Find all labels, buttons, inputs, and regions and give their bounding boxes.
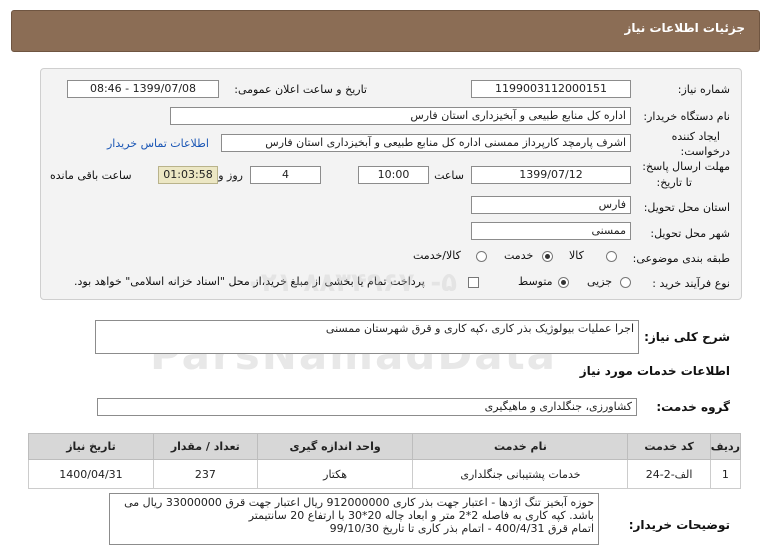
need-number-label: شماره نیاز: xyxy=(677,83,730,96)
category-radio-goods-service[interactable] xyxy=(476,251,487,262)
cell-date: 1400/04/31 xyxy=(28,459,154,489)
col-header-name: نام خدمت xyxy=(412,433,629,460)
city-label: شهر محل تحویل: xyxy=(650,227,730,240)
creator-field[interactable]: اشرف پارمچد کارپرداز ممسنی اداره کل مناب… xyxy=(221,134,631,152)
service-group-field[interactable]: کشاورزی، جنگلداری و ماهیگیری xyxy=(97,398,637,416)
province-field[interactable]: فارس xyxy=(471,196,631,214)
buyer-notes-line: باشد. کپه کاری به فاصله 2*2 متر و ابعاد … xyxy=(248,509,594,522)
category-option-goods-service: کالا/خدمت xyxy=(413,249,461,262)
cell-quantity: 237 xyxy=(152,459,258,489)
category-radio-service[interactable] xyxy=(542,251,553,262)
buyer-notes-line: اتمام قرق 400/4/31 - اتمام بذر کاری تا ت… xyxy=(329,522,594,535)
remaining-time-label: ساعت باقی مانده xyxy=(50,169,132,182)
treasury-payment-checkbox[interactable] xyxy=(468,277,479,288)
buyer-label: نام دستگاه خریدار: xyxy=(643,110,730,123)
category-radio-goods[interactable] xyxy=(606,251,617,262)
buyer-contact-link[interactable]: اطلاعات تماس خریدار xyxy=(107,137,209,150)
category-label: طبقه بندی موضوعی: xyxy=(632,252,730,265)
services-table: ردیف کد خدمت نام خدمت واحد اندازه گیری ت… xyxy=(28,433,742,489)
announce-datetime-field[interactable]: 1399/07/08 - 08:46 xyxy=(67,80,219,98)
deadline-time-field[interactable]: 10:00 xyxy=(358,166,429,184)
col-header-quantity: تعداد / مقدار xyxy=(152,433,258,460)
process-option-medium: متوسط xyxy=(518,275,553,288)
page-title: جزئیات اطلاعات نیاز xyxy=(624,21,745,35)
cell-unit: هکتار xyxy=(256,459,414,489)
col-header-date: تاریخ نیاز xyxy=(28,433,154,460)
services-section-title: اطلاعات خدمات مورد نیاز xyxy=(579,364,730,378)
summary-label: شرح کلی نیاز: xyxy=(644,330,730,344)
category-option-service: خدمت xyxy=(504,249,534,262)
cell-name: خدمات پشتیبانی جنگلداری xyxy=(412,459,629,489)
process-label: نوع فرآیند خرید : xyxy=(652,277,730,290)
days-remaining-field[interactable]: 4 xyxy=(250,166,321,184)
buyer-notes-label: توضیحات خریدار: xyxy=(628,518,730,532)
creator-label-line1: ایجاد کننده xyxy=(671,130,720,143)
col-header-unit: واحد اندازه گیری xyxy=(256,433,414,460)
deadline-time-label: ساعت xyxy=(434,169,464,182)
process-option-minor: جزیی xyxy=(587,275,613,288)
days-label: روز و xyxy=(218,169,243,182)
buyer-notes-line: حوزه آبخیز تنگ اژدها - اعتبار جهت بذر کا… xyxy=(124,496,594,509)
table-row[interactable]: 1 الف-2-24 خدمات پشتیبانی جنگلداری هکتار… xyxy=(28,459,742,489)
watermark-phone: ۰۲۱-۸۸۳۴۹۶۷۰-۵ xyxy=(245,268,458,298)
service-group-label: گروه خدمت: xyxy=(656,400,730,414)
deadline-label-line1: مهلت ارسال پاسخ: xyxy=(642,160,730,173)
deadline-label-line2: تا تاریخ: xyxy=(656,176,692,189)
deadline-date-field[interactable]: 1399/07/12 xyxy=(471,166,631,184)
need-number-field[interactable]: 1199003112000151 xyxy=(471,80,631,98)
cell-code: الف-2-24 xyxy=(627,459,711,489)
summary-field[interactable]: اجرا عملیات بیولوژیک بذر کاری ،کپه کاری … xyxy=(95,320,639,354)
province-label: استان محل تحویل: xyxy=(643,201,730,214)
need-info-panel xyxy=(40,68,742,300)
buyer-field[interactable]: اداره کل منابع طبیعی و آبخیزداری استان ف… xyxy=(170,107,631,125)
city-field[interactable]: ممسنی xyxy=(471,222,631,240)
process-radio-minor[interactable] xyxy=(620,277,631,288)
category-option-goods: کالا xyxy=(569,249,584,262)
remaining-time-counter: 01:03:58 xyxy=(158,166,218,184)
col-header-code: کد خدمت xyxy=(627,433,711,460)
col-header-row: ردیف xyxy=(709,433,742,460)
table-header-row: ردیف کد خدمت نام خدمت واحد اندازه گیری ت… xyxy=(28,433,742,460)
announce-label: تاریخ و ساعت اعلان عمومی: xyxy=(234,83,367,96)
buyer-notes-field[interactable]: حوزه آبخیز تنگ اژدها - اعتبار جهت بذر کا… xyxy=(109,493,599,545)
process-radio-medium[interactable] xyxy=(558,277,569,288)
creator-label-line2: درخواست: xyxy=(680,145,730,158)
page-header: جزئیات اطلاعات نیاز xyxy=(11,10,760,52)
cell-row: 1 xyxy=(709,459,742,489)
